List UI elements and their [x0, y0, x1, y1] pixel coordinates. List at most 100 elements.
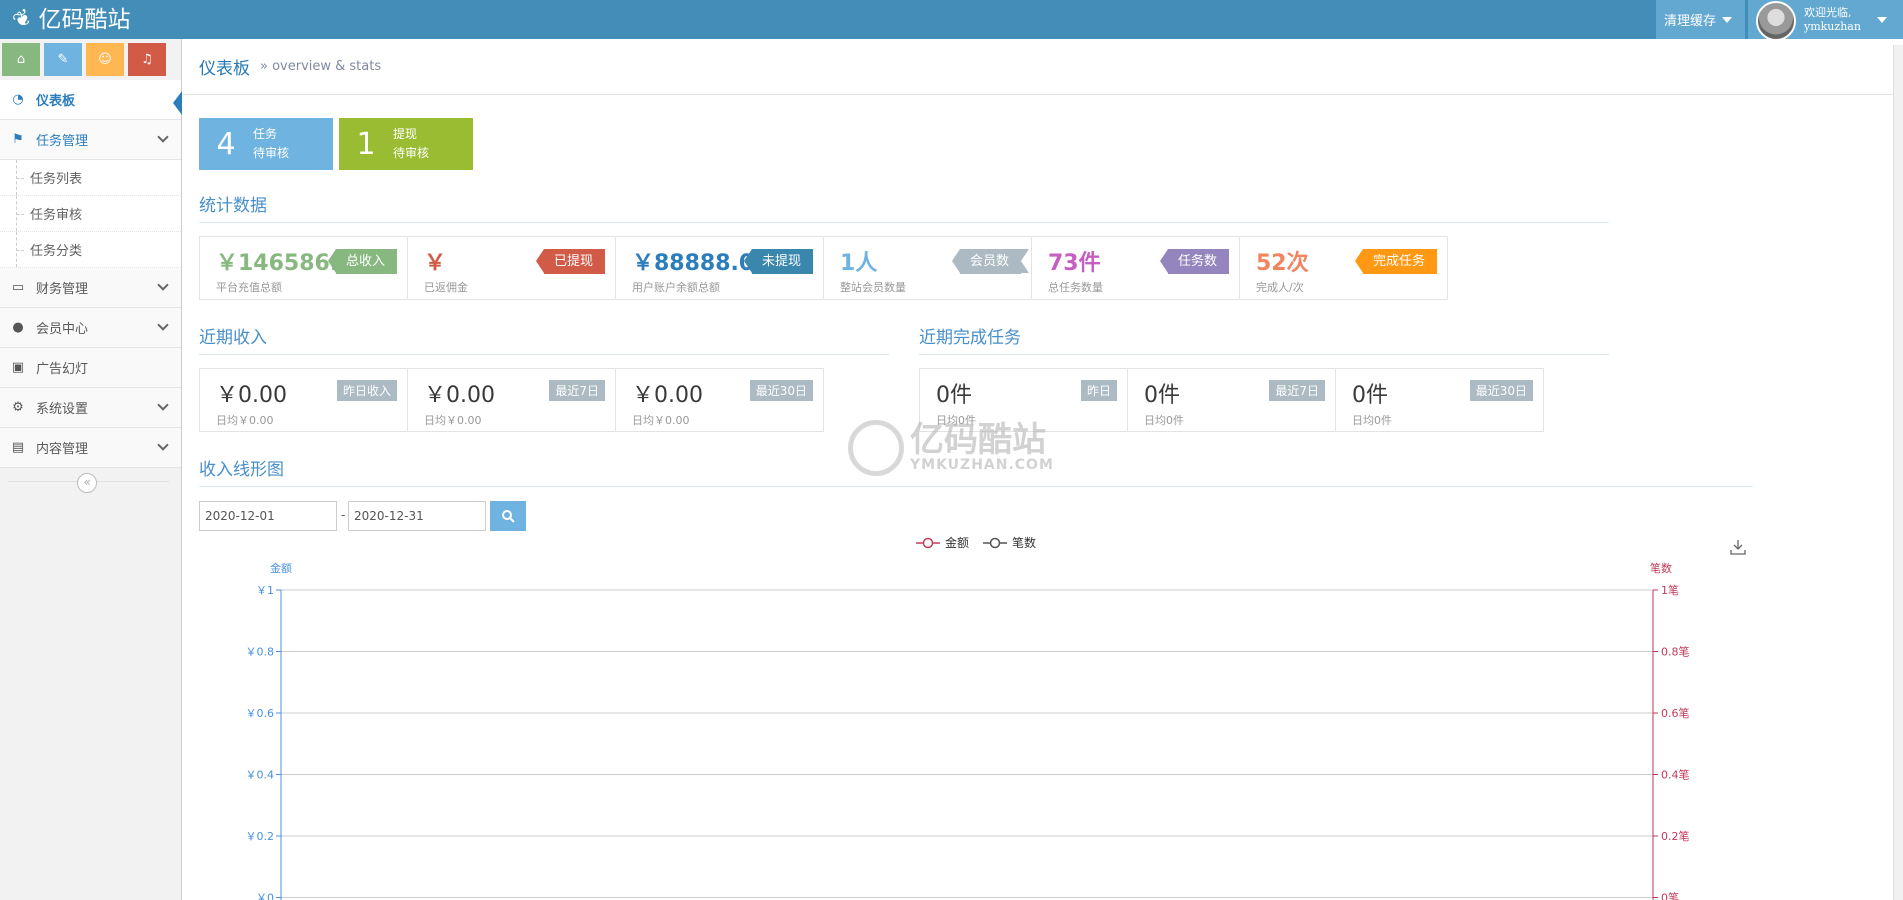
watermark-text: 亿码酷站: [910, 420, 1046, 460]
card-average: 日均0件: [1352, 414, 1392, 427]
legend-item-count[interactable]: 笔数: [983, 534, 1036, 551]
chevron-down-icon: [157, 279, 169, 291]
card-average: 日均￥0.00: [424, 414, 482, 427]
book-icon: ▤: [11, 440, 25, 455]
pending-tasks-count: 4: [216, 126, 236, 162]
sidebar-item-label: 仪表板: [36, 94, 76, 109]
income-card: ￥0.00 日均￥0.00 最近30日: [615, 368, 824, 432]
right-tick-label: 0.2笔: [1661, 829, 1690, 843]
legend-item-amount[interactable]: 金额: [916, 534, 969, 551]
sidebar: ⌂ ✎ ☺ ♫ ◔ 仪表板 ⚑ 任务管理 任务列表 任务审核 任务分类 ▭ 财务…: [0, 39, 182, 900]
pending-withdraw-box[interactable]: 1 提现 待审核: [339, 118, 473, 170]
box-label: 提现: [393, 127, 418, 141]
income-line-chart: ￥1 1笔 ￥0.8 0.8笔 ￥0.6 0.6笔 ￥0.4 0.4笔 ￥0.2 0.2笔 ￥0 0笔…: [246, 561, 1690, 900]
users-shortcut-button[interactable]: ☺: [86, 43, 124, 76]
left-tick-label: ￥0.2: [246, 830, 275, 843]
stat-tag: 会员数: [951, 249, 1030, 274]
download-icon[interactable]: [1729, 538, 1747, 556]
subitem-label: 任务列表: [30, 172, 83, 187]
sidebar-item-finance[interactable]: ▭ 财务管理: [0, 268, 181, 308]
shortcut-bar: ⌂ ✎ ☺ ♫: [0, 39, 181, 80]
stat-description: 已返佣金: [424, 281, 468, 294]
chevron-down-icon: [157, 399, 169, 411]
edit-shortcut-button[interactable]: ✎: [44, 43, 82, 76]
sidebar-item-ads[interactable]: ▣ 广告幻灯: [0, 348, 181, 388]
stat-description: 总任务数量: [1048, 281, 1103, 294]
stat-tag: 任务数: [1159, 249, 1229, 274]
pending-tasks-box[interactable]: 4 任务 待审核: [199, 118, 333, 170]
card-tag: 最近30日: [1469, 380, 1533, 401]
sidebar-collapse-bar: «: [0, 468, 181, 496]
box-sublabel: 待审核: [393, 146, 430, 160]
card-average: 日均￥0.00: [216, 414, 274, 427]
stats-row: ￥146586.00 平台充值总额 总收入 ￥ 已返佣金 已提现 ￥88888.00 用户账户…: [199, 236, 1448, 300]
chevron-down-icon: [157, 131, 169, 143]
stat-card: 73件 总任务数量 任务数: [1031, 236, 1240, 300]
box-label: 任务: [253, 127, 278, 141]
chart-legend: 金额 笔数: [916, 534, 1036, 551]
stat-card: ￥88888.00 用户账户余额总额 未提现: [615, 236, 824, 300]
gear-icon: ⚙: [12, 400, 24, 415]
card-average: 日均0件: [1144, 414, 1184, 427]
search-button[interactable]: [490, 501, 526, 531]
income-section-title: 近期收入: [199, 323, 889, 355]
end-date-input[interactable]: [348, 501, 486, 531]
stat-description: 用户账户余额总额: [632, 281, 720, 294]
sidebar-subitem-task-category[interactable]: 任务分类: [0, 232, 181, 268]
flag-icon: ⚑: [12, 132, 24, 147]
sidebar-item-dashboard[interactable]: ◔ 仪表板: [0, 80, 182, 120]
top-navbar: ❦ 亿码酷站 清理缓存 欢迎光临, ymkuzhan: [0, 0, 1903, 41]
collapse-sidebar-button[interactable]: «: [77, 473, 97, 493]
home-shortcut-button[interactable]: ⌂: [2, 43, 40, 76]
stat-card: ￥146586.00 平台充值总额 总收入: [199, 236, 408, 300]
clear-cache-button[interactable]: 清理缓存: [1656, 0, 1745, 39]
sidebar-item-members[interactable]: ● 会员中心: [0, 308, 181, 348]
income-card: ￥0.00 日均￥0.00 昨日收入: [199, 368, 408, 432]
vertical-scrollbar[interactable]: [1893, 45, 1903, 900]
picture-icon: ▣: [11, 360, 25, 375]
card-tag: 最近30日: [749, 380, 813, 401]
legend-label: 笔数: [1012, 536, 1037, 550]
stat-card: 52次 完成人/次 完成任务: [1239, 236, 1448, 300]
page-title: 仪表板: [199, 59, 250, 79]
stat-tag: 总收入: [327, 249, 397, 274]
sidebar-item-label: 会员中心: [36, 322, 89, 337]
right-tick-label: 1笔: [1661, 583, 1679, 597]
leaf-icon: ❦: [8, 3, 38, 35]
card-tag: 昨日收入: [336, 380, 397, 401]
avatar: [1756, 0, 1796, 41]
group-icon: ☺: [98, 52, 112, 67]
brand-logo[interactable]: ❦ 亿码酷站: [9, 0, 131, 39]
subitem-label: 任务分类: [30, 244, 83, 259]
bell-shortcut-button[interactable]: ♫: [128, 43, 166, 76]
right-axis-title: 笔数: [1650, 561, 1672, 575]
stat-description: 平台充值总额: [216, 281, 282, 294]
stat-card: ￥ 已返佣金 已提现: [407, 236, 616, 300]
sidebar-item-label: 内容管理: [36, 442, 89, 457]
user-icon: ●: [12, 320, 24, 335]
sidebar-item-settings[interactable]: ⚙ 系统设置: [0, 388, 181, 428]
stats-section-title: 统计数据: [199, 191, 1609, 223]
card-tag: 昨日: [1080, 380, 1117, 401]
stat-description: 整站会员数量: [840, 281, 906, 294]
card-tag: 最近7日: [549, 380, 605, 401]
sidebar-item-label: 广告幻灯: [36, 362, 89, 377]
sidebar-subitem-task-list[interactable]: 任务列表: [0, 160, 181, 196]
income-row: ￥0.00 日均￥0.00 昨日收入 ￥0.00 日均￥0.00 最近7日 ￥0.00 日均￥…: [199, 368, 824, 432]
sidebar-item-content[interactable]: ▤ 内容管理: [0, 428, 181, 468]
right-tick-label: 0.4笔: [1661, 768, 1690, 782]
pencil-icon: ✎: [57, 52, 69, 67]
stat-card: 1人 整站会员数量 会员数: [823, 236, 1032, 300]
start-date-input[interactable]: [199, 501, 337, 531]
user-menu[interactable]: 欢迎光临, ymkuzhan: [1748, 0, 1903, 41]
tasks-section-title: 近期完成任务: [919, 323, 1609, 355]
left-tick-label: ￥0: [256, 892, 274, 900]
sidebar-subitem-task-review[interactable]: 任务审核: [0, 196, 181, 232]
sidebar-item-label: 财务管理: [36, 282, 89, 297]
legend-label: 金额: [945, 536, 970, 550]
bell-icon: ♫: [141, 52, 153, 67]
brand-title: 亿码酷站: [38, 6, 131, 33]
caret-down-icon: [1876, 16, 1887, 23]
subitem-label: 任务审核: [30, 208, 83, 223]
sidebar-item-tasks[interactable]: ⚑ 任务管理: [0, 120, 181, 160]
